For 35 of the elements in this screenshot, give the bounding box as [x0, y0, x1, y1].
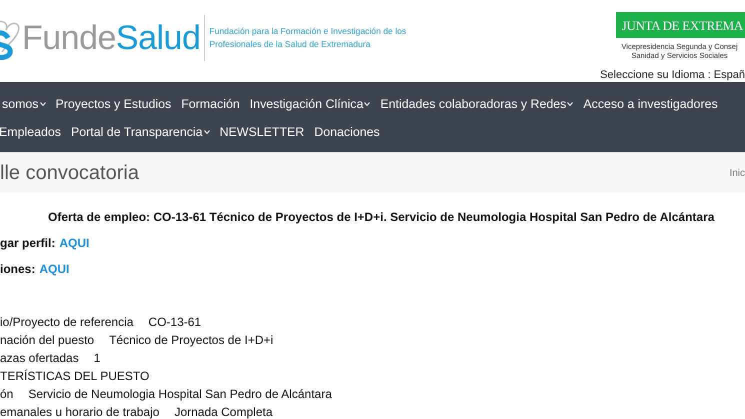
field-value: Técnico de Proyectos de I+D+i	[109, 333, 274, 347]
language-selector[interactable]: Seleccione su Idioma : Españ	[600, 69, 745, 81]
nav-menu-item[interactable]: Formación	[181, 97, 240, 111]
nav-menu-item[interactable]: Donaciones	[314, 125, 380, 139]
nav-menu-item[interactable]: Proyectos y Estudios	[56, 97, 172, 111]
caret-icon	[40, 102, 46, 106]
nav-menu-item[interactable]: Entidades colaboradoras y Redes	[380, 97, 574, 111]
caret-icon	[364, 102, 370, 106]
breadcrumb-link[interactable]: Inic	[729, 168, 745, 178]
field-value: 1	[94, 351, 100, 365]
nav-menu-item[interactable]: Investigación Clínica	[250, 97, 370, 111]
logo-tagline: Fundación para la Formación e Investigación de los	[209, 25, 406, 38]
section-heading: TERÍSTICAS DEL PUESTO	[0, 369, 150, 383]
logo-tagline: Profesionales de la Salud de Extremadura	[209, 38, 372, 51]
job-offer-heading: Oferta de empleo: CO-13-61 Técnico de Proyectos de I+D+i. Servicio de Neumologia Hospital San Pedro de Alcántara	[48, 210, 716, 224]
nav-menu-item[interactable]: NEWSLETTER	[220, 125, 304, 139]
field-label: gar perfil:	[0, 236, 56, 250]
field-label: ón	[0, 387, 14, 401]
nav-menu-item[interactable]: somos	[2, 97, 46, 111]
nav-menu-item[interactable]: Acceso a investigadores	[583, 97, 718, 111]
field-label: iones:	[0, 262, 36, 276]
field-label: nación del puesto	[0, 333, 94, 347]
page-title: lle convocatoria	[0, 162, 139, 184]
field-value: CO-13-61	[148, 315, 202, 329]
nav-menu-item[interactable]: Portal de Transparencia	[71, 125, 210, 139]
field-label: io/Proyecto de referencia	[0, 315, 134, 329]
field-value: Jornada Completa	[174, 405, 272, 419]
agency-logo-badge: JUNTA DE EXTREMA	[616, 12, 745, 38]
field-label: azas ofertadas	[0, 351, 79, 365]
logo-wordmark: FundeSalud	[22, 18, 200, 58]
caret-icon	[204, 130, 210, 134]
field-value: Servicio de Neumologia Hospital San Pedro de Alcántara	[28, 387, 332, 401]
caret-icon	[567, 102, 574, 106]
field-label: emanales u horario de trabajo	[0, 405, 160, 419]
nav-menu-item[interactable]: Empleados	[0, 125, 61, 139]
